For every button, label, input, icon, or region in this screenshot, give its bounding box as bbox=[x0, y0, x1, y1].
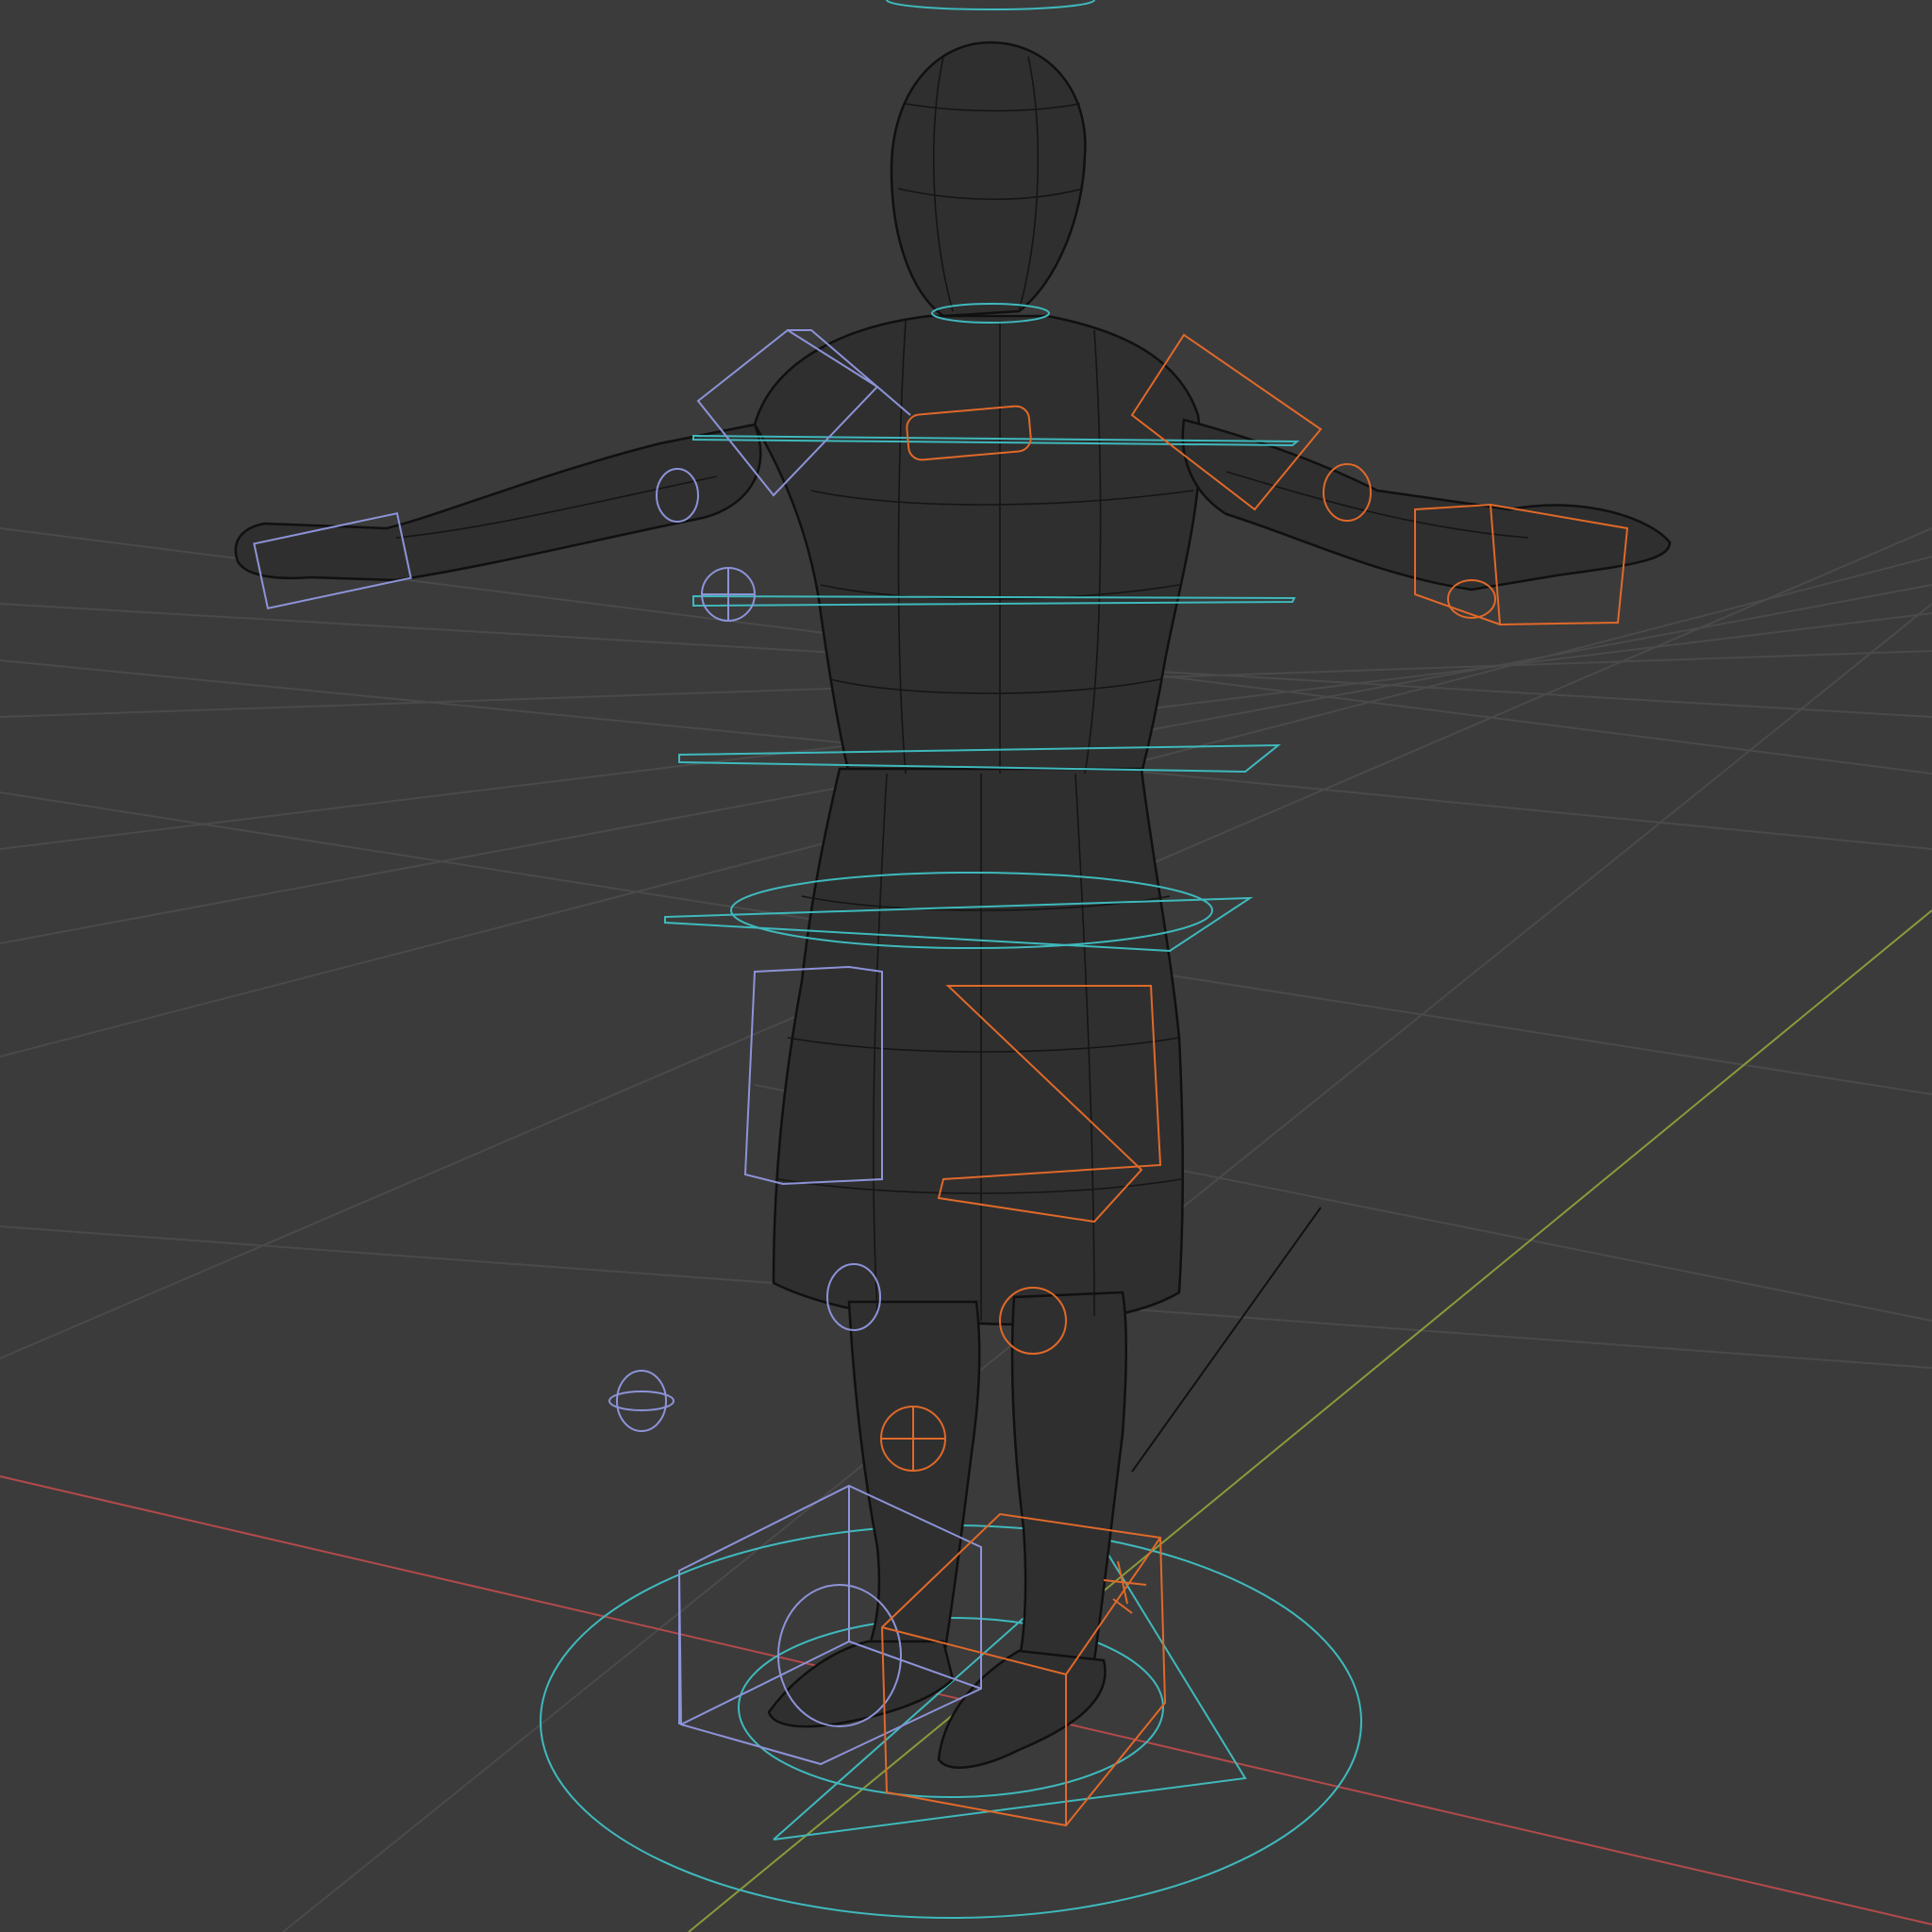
left-leg-pole-sphere[interactable] bbox=[616, 1370, 667, 1432]
wireframe-character-mesh[interactable] bbox=[234, 41, 1672, 1769]
viewport-canvas[interactable] bbox=[0, 0, 1932, 1932]
top-ring-control[interactable] bbox=[886, 0, 1095, 10]
3d-viewport[interactable] bbox=[0, 0, 1932, 1932]
